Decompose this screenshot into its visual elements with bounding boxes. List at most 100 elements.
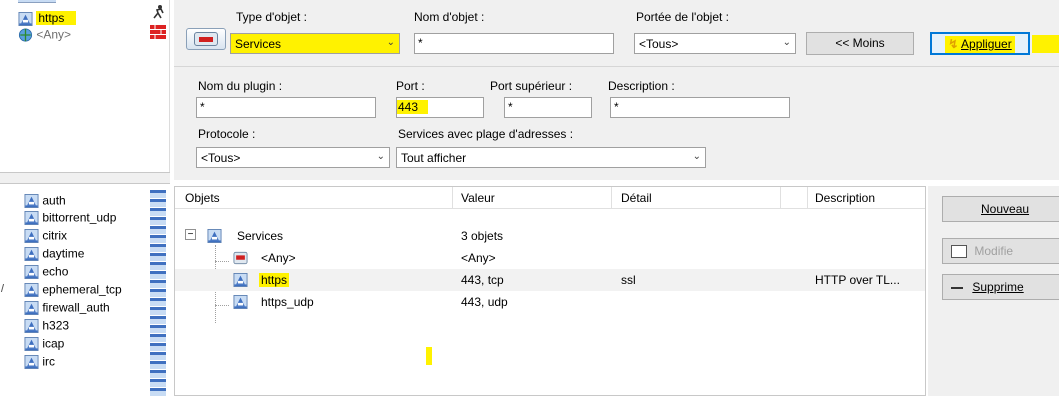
list-item-label: citrix	[42, 228, 68, 243]
delete-button-label: Supprime	[972, 280, 1024, 294]
service-list: auth bittorrent_udp citrix daytime echo …	[0, 184, 170, 396]
list-item-label: bittorrent_udp	[42, 210, 117, 225]
header-detail[interactable]: Détail	[621, 191, 652, 205]
plugin-label: Nom du plugin :	[198, 79, 283, 93]
list-item[interactable]: bittorrent_udp	[24, 210, 116, 225]
new-button[interactable]: Nouveau	[942, 196, 1059, 222]
list-item[interactable]: irc	[24, 354, 55, 369]
yellow-marker	[426, 347, 432, 365]
table-row-group[interactable]: − Services 3 objets	[175, 225, 925, 247]
row-description: HTTP over TL...	[815, 273, 900, 287]
splitter[interactable]	[0, 172, 170, 184]
column-divider[interactable]	[807, 187, 808, 209]
column-divider[interactable]	[611, 187, 612, 209]
left-tree-panel: https <Any>	[0, 0, 170, 172]
list-item[interactable]: firewall_auth	[24, 300, 110, 315]
port-input[interactable]: 443	[396, 97, 484, 118]
tree-item-https[interactable]: https	[18, 11, 77, 26]
range-select-value: Tout afficher	[401, 151, 467, 165]
edit-icon	[951, 245, 967, 259]
port-sup-input[interactable]: *	[504, 97, 592, 118]
chevron-down-icon: ⌄	[692, 151, 701, 162]
service-icon	[24, 319, 39, 333]
chevron-down-icon: ⌄	[386, 37, 395, 48]
service-icon	[24, 265, 39, 279]
database-icon	[186, 28, 226, 50]
advanced-filter-panel: Nom du plugin : * Port : 443 Port supéri…	[174, 66, 1059, 180]
runner-icon	[150, 5, 166, 19]
service-icon-column	[150, 190, 166, 396]
plugin-input[interactable]: *	[196, 97, 376, 118]
row-detail: ssl	[621, 273, 636, 287]
text-cursor-mark	[0, 284, 7, 292]
collapse-icon[interactable]: −	[185, 229, 196, 240]
service-icon	[24, 283, 39, 297]
header-description[interactable]: Description	[815, 191, 875, 205]
list-item[interactable]: echo	[24, 264, 68, 279]
type-label: Type d'objet :	[236, 10, 308, 24]
list-item[interactable]: citrix	[24, 228, 67, 243]
service-icon	[24, 194, 39, 208]
modify-button[interactable]: Modifie	[942, 238, 1059, 264]
description-label: Description :	[608, 79, 675, 93]
scope-select-value: <Tous>	[639, 37, 679, 51]
header-value[interactable]: Valeur	[461, 191, 495, 205]
column-divider[interactable]	[452, 187, 453, 209]
row-name: https	[259, 273, 290, 287]
protocol-select[interactable]: <Tous> ⌄	[196, 147, 390, 168]
type-select-value: Services	[235, 37, 282, 51]
list-item[interactable]: ephemeral_tcp	[24, 282, 122, 297]
delete-button[interactable]: Supprime	[942, 274, 1059, 300]
list-item[interactable]: auth	[24, 193, 66, 208]
tree-item-label: <Any>	[36, 27, 72, 42]
list-item[interactable]: daytime	[24, 246, 84, 261]
row-name: https_udp	[261, 295, 314, 309]
protocol-select-value: <Tous>	[201, 151, 241, 165]
list-item[interactable]: h323	[24, 318, 69, 333]
scope-label: Portée de l'objet :	[636, 10, 730, 24]
yellow-marker	[1032, 35, 1059, 53]
lightning-icon: ↯	[948, 37, 959, 51]
scope-select[interactable]: <Tous> ⌄	[634, 33, 796, 54]
protocol-label: Protocole :	[198, 127, 256, 141]
any-service-icon	[233, 251, 248, 265]
list-item[interactable]: icap	[24, 336, 64, 351]
range-select[interactable]: Tout afficher ⌄	[396, 147, 706, 168]
less-button[interactable]: << Moins	[806, 32, 914, 55]
list-item-label: daytime	[42, 246, 85, 261]
port-sup-label: Port supérieur :	[490, 79, 573, 93]
tree-item-any[interactable]: <Any>	[18, 27, 71, 42]
table-row[interactable]: https 443, tcp ssl HTTP over TL...	[175, 269, 925, 291]
list-item-label: h323	[42, 318, 70, 333]
service-icon	[24, 355, 39, 369]
list-item-label: firewall_auth	[42, 300, 110, 315]
table-row[interactable]: <Any> <Any>	[175, 247, 925, 269]
table-row[interactable]: https_udp 443, udp	[175, 291, 925, 313]
row-name: <Any>	[261, 251, 296, 265]
chevron-down-icon: ⌄	[782, 37, 791, 48]
service-icon	[207, 229, 222, 243]
service-icon	[18, 12, 33, 26]
service-icon	[24, 301, 39, 315]
service-icon	[24, 247, 39, 261]
list-item-label: irc	[42, 354, 56, 369]
list-item-label: auth	[42, 193, 66, 208]
minus-icon	[951, 286, 963, 289]
list-item-label: echo	[42, 264, 69, 279]
service-icon	[24, 229, 39, 243]
type-select[interactable]: Services ⌄	[230, 33, 400, 54]
header-objects[interactable]: Objets	[185, 191, 220, 205]
row-value: 443, tcp	[461, 273, 504, 287]
modify-button-label: Modifie	[974, 244, 1014, 258]
apply-button[interactable]: ↯ Appliguer	[930, 32, 1030, 55]
port-label: Port :	[396, 79, 425, 93]
column-divider[interactable]	[780, 187, 781, 209]
description-input[interactable]: *	[610, 97, 790, 118]
service-icon	[233, 295, 248, 309]
name-input[interactable]: *	[414, 33, 614, 54]
tree-item-clipped	[18, 0, 56, 3]
row-value: <Any>	[461, 251, 496, 265]
service-icon	[24, 337, 39, 351]
service-icon	[24, 211, 39, 225]
group-label: Services	[237, 229, 284, 243]
